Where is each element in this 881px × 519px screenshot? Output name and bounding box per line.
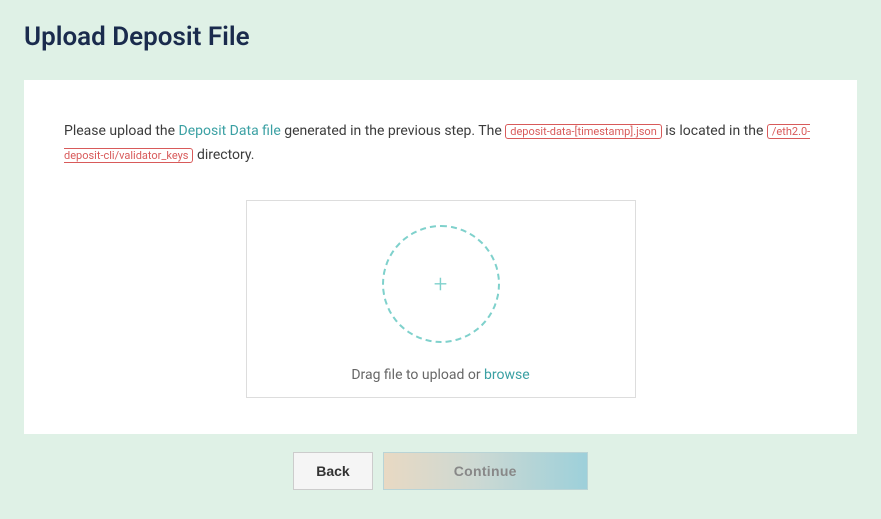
plus-icon: + [434, 270, 448, 298]
browse-link[interactable]: browse [484, 367, 530, 383]
back-button[interactable]: Back [293, 452, 372, 490]
instruction-text: Please upload the Deposit Data file gene… [64, 120, 817, 168]
dropzone-text-prefix: Drag file to upload or [351, 367, 484, 383]
dropzone-text: Drag file to upload or browse [351, 367, 529, 383]
file-dropzone[interactable]: + Drag file to upload or browse [246, 200, 636, 398]
continue-button[interactable]: Continue [383, 452, 588, 490]
button-row: Back Continue [0, 452, 881, 490]
instruction-suffix: directory. [193, 147, 254, 163]
page-title: Upload Deposit File [0, 0, 881, 52]
code-deposit-filename: deposit-data-[timestamp].json [505, 124, 662, 139]
upload-card: Please upload the Deposit Data file gene… [24, 80, 857, 434]
instruction-prefix: Please upload the [64, 123, 179, 139]
dropzone-circle: + [382, 225, 500, 343]
instruction-mid2: is located in the [662, 123, 767, 139]
deposit-data-file-link[interactable]: Deposit Data file [179, 123, 281, 139]
instruction-mid1: generated in the previous step. The [281, 123, 506, 139]
